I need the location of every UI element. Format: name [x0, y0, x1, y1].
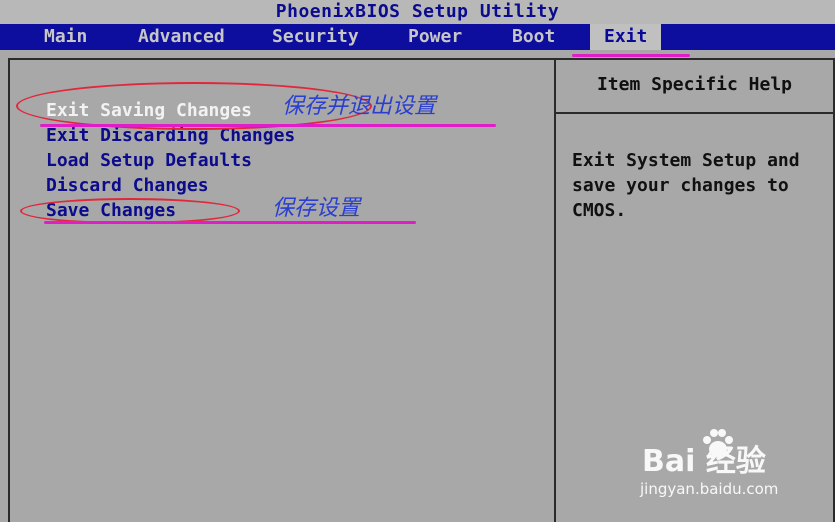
exit-tab-underline: [572, 54, 690, 57]
baidu-watermark: Bai 经验 jingyan.baidu.com: [636, 429, 826, 502]
annotation-note-save: 保存设置: [272, 196, 361, 221]
menu-main[interactable]: Main: [44, 24, 87, 50]
menu-security[interactable]: Security: [272, 24, 359, 50]
annotation-underline-exit-saving: [40, 124, 496, 127]
paw-icon: [703, 429, 733, 457]
menu-power[interactable]: Power: [408, 24, 462, 50]
help-text: Exit System Setup and save your changes …: [572, 150, 800, 221]
option-discard-changes[interactable]: Discard Changes: [46, 175, 209, 196]
option-load-setup-defaults[interactable]: Load Setup Defaults: [46, 150, 252, 171]
watermark-url: jingyan.baidu.com: [640, 480, 779, 498]
menu-boot[interactable]: Boot: [512, 24, 555, 50]
annotation-underline-save-changes: [44, 221, 416, 224]
menu-bar: Main Advanced Security Power Boot Exit: [0, 24, 835, 50]
annotation-note-save-exit: 保存并退出设置: [282, 94, 437, 119]
menu-advanced[interactable]: Advanced: [138, 24, 225, 50]
bios-title: PhoenixBIOS Setup Utility: [0, 0, 835, 24]
options-panel: Exit Saving Changes Exit Discarding Chan…: [8, 58, 556, 522]
help-divider: [556, 112, 833, 114]
help-title: Item Specific Help: [596, 74, 793, 95]
menu-exit[interactable]: Exit: [590, 24, 662, 50]
